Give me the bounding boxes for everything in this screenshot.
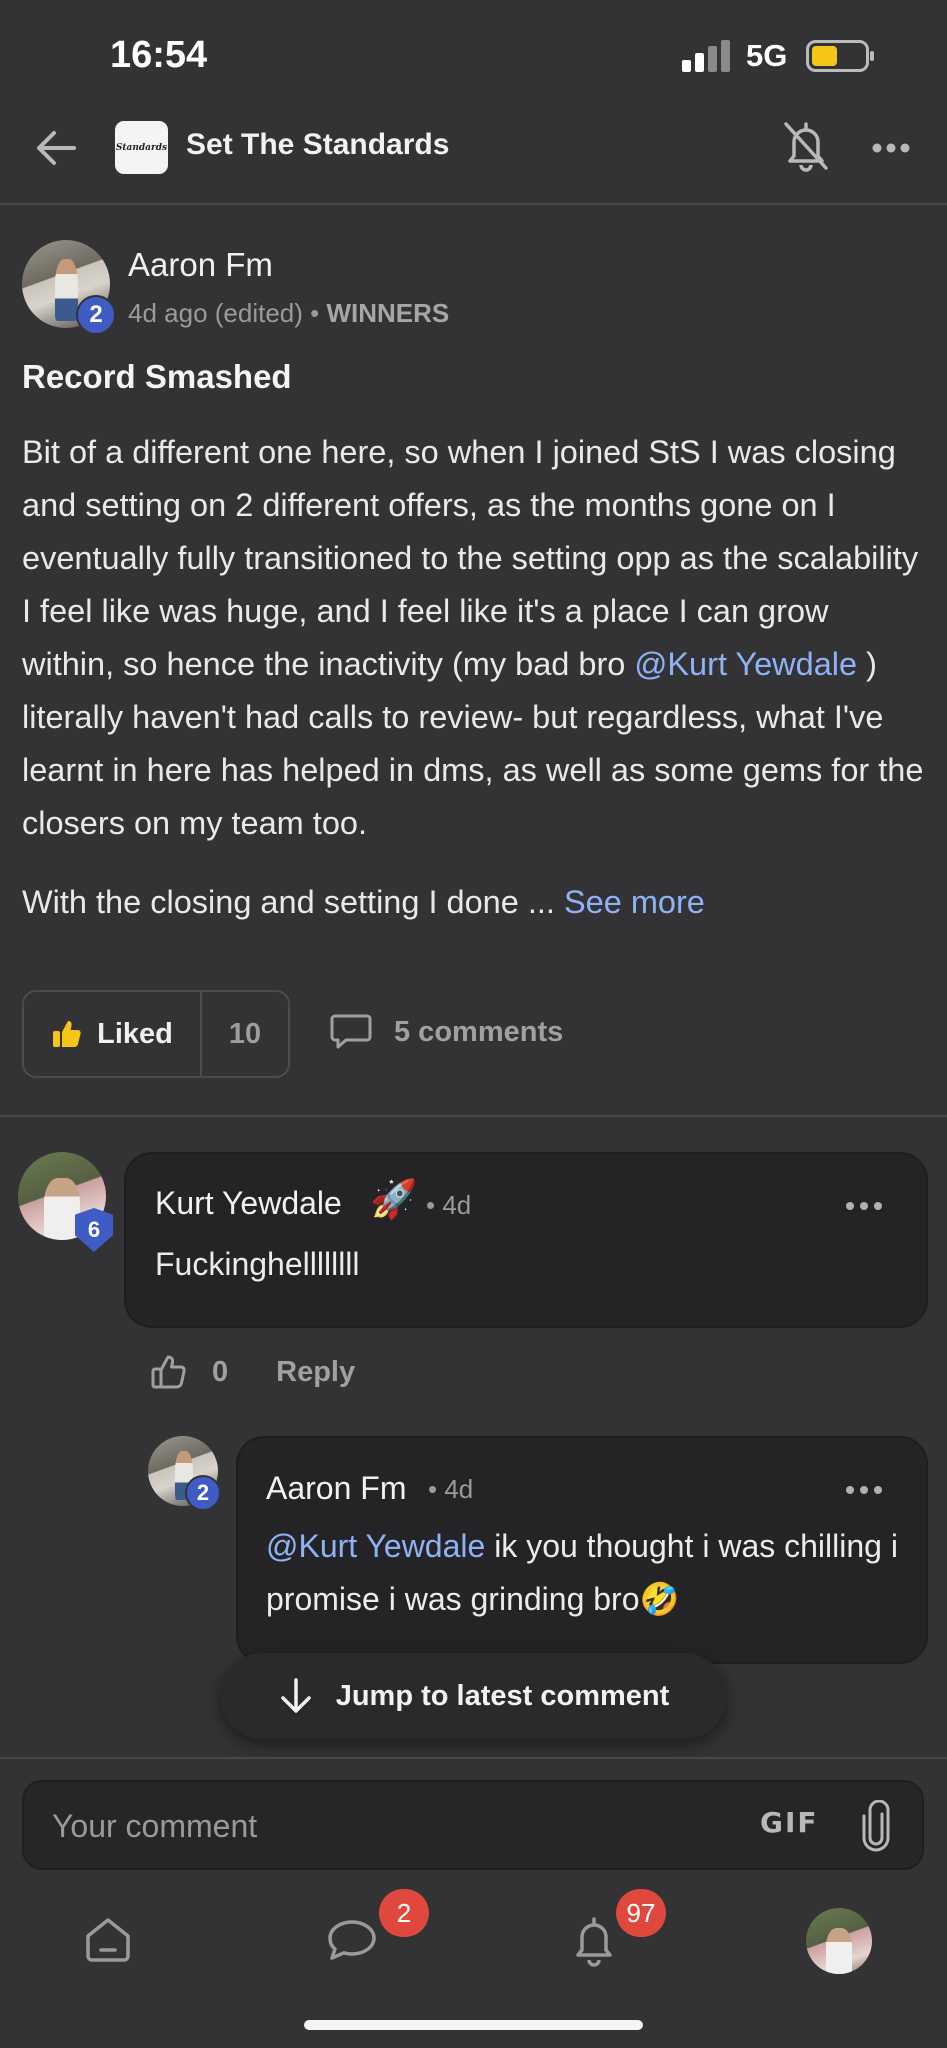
post-body-continued: With the closing and setting I done ... … <box>22 884 705 921</box>
jump-to-latest-label: Jump to latest comment <box>335 1679 670 1712</box>
meta-separator: • <box>310 298 320 328</box>
group-logo-text: Standards <box>115 142 168 153</box>
thumbs-up-filled-icon <box>53 1021 81 1047</box>
comment-input[interactable] <box>52 1804 732 1848</box>
post-category[interactable]: WINNERS <box>326 298 449 328</box>
comment-icon <box>330 1014 372 1049</box>
chat-badge: 2 <box>379 1889 429 1937</box>
post-time: 4d ago (edited) <box>128 298 303 328</box>
like-button-group: Liked 10 <box>22 990 290 1078</box>
comment-like-count: 0 <box>212 1355 229 1388</box>
comment-actions: 0 Reply <box>150 1353 355 1391</box>
rocket-emoji: 🚀 <box>370 1179 418 1221</box>
jump-to-latest-button[interactable]: Jump to latest comment <box>220 1653 727 1739</box>
chat-icon[interactable] <box>324 1912 380 1968</box>
reply-author-level-badge: 2 <box>185 1475 221 1511</box>
thumbs-up-icon[interactable] <box>150 1353 188 1391</box>
comments-button[interactable]: 5 comments <box>330 1012 563 1052</box>
post-meta: 4d ago (edited) • WINNERS <box>128 298 449 329</box>
reply-text: @Kurt Yewdale ik you thought i was chill… <box>266 1520 906 1626</box>
post-body: Bit of a different one here, so when I j… <box>22 426 927 850</box>
back-arrow-icon[interactable] <box>28 120 84 176</box>
group-title[interactable]: Set The Standards <box>186 128 449 162</box>
post-body-truncated: With the closing and setting I done ... <box>22 884 564 920</box>
header-divider <box>0 203 947 205</box>
comment-more-icon[interactable] <box>842 1196 886 1216</box>
laughing-emoji: 🤣 <box>639 1581 680 1617</box>
post-divider <box>0 1115 947 1117</box>
like-label: Liked <box>97 1017 173 1050</box>
post-title: Record Smashed <box>22 358 292 395</box>
see-more-link[interactable]: See more <box>564 884 705 920</box>
comment-text: Fuckinghellllllll <box>155 1246 360 1282</box>
reply-author-name[interactable]: Aaron Fm <box>266 1470 406 1507</box>
notifications-badge: 97 <box>616 1889 666 1937</box>
post-author-name[interactable]: Aaron Fm <box>128 246 273 284</box>
home-icon[interactable] <box>80 1912 136 1968</box>
signal-icon <box>682 40 730 72</box>
post-mention-link[interactable]: @Kurt Yewdale <box>634 646 857 682</box>
gif-button[interactable]: GIF <box>760 1806 819 1839</box>
comments-count-label: 5 comments <box>394 1015 564 1048</box>
like-count[interactable]: 10 <box>202 992 288 1076</box>
bell-icon[interactable] <box>566 1912 622 1968</box>
post-author-level-badge: 2 <box>76 295 116 335</box>
arrow-down-icon <box>280 1678 311 1713</box>
reply-more-icon[interactable] <box>842 1480 886 1500</box>
group-logo[interactable]: Standards <box>115 121 168 174</box>
battery-icon <box>806 40 874 72</box>
comment-author-level-badge: 6 <box>75 1208 113 1252</box>
network-type: 5G <box>746 38 788 73</box>
post-body-text: Bit of a different one here, so when I j… <box>22 434 919 682</box>
bell-off-icon[interactable] <box>780 118 832 174</box>
comment-author-name[interactable]: Kurt Yewdale <box>155 1185 342 1222</box>
profile-avatar[interactable] <box>806 1908 872 1974</box>
paperclip-icon[interactable] <box>858 1800 894 1852</box>
more-horizontal-icon[interactable] <box>866 128 916 168</box>
comment-time: • 4d <box>426 1190 472 1220</box>
like-button[interactable]: Liked <box>24 992 202 1076</box>
home-indicator <box>304 2020 643 2030</box>
reply-button[interactable]: Reply <box>276 1356 355 1389</box>
reply-time: • 4d <box>428 1474 474 1504</box>
status-time: 16:54 <box>110 34 208 76</box>
reply-mention-link[interactable]: @Kurt Yewdale <box>266 1528 485 1564</box>
